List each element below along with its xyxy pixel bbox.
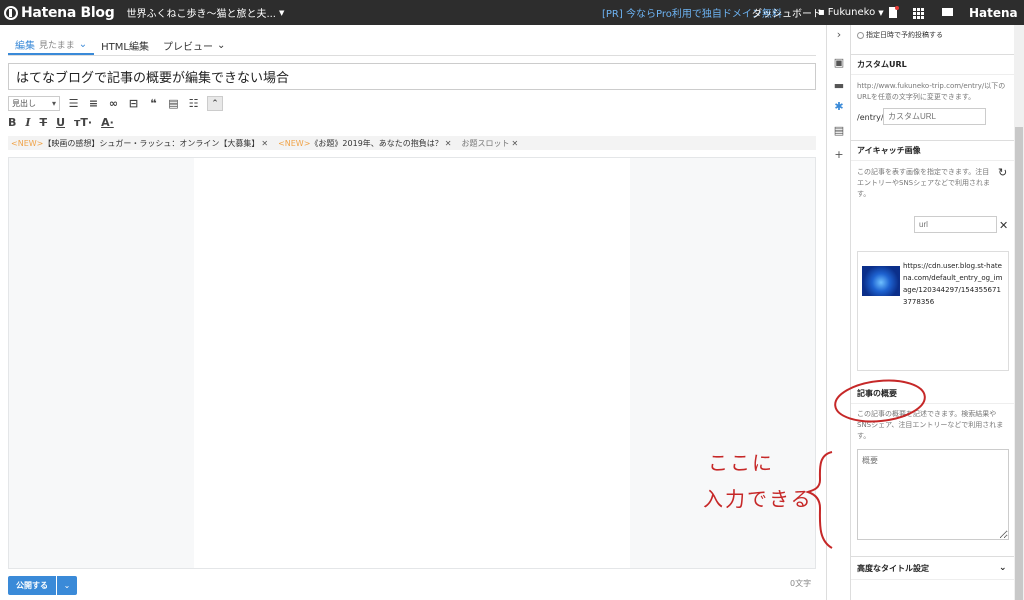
custom-url-desc: http://www.fukuneko-trip.com/entry/以下のUR…: [857, 82, 1006, 101]
topic-tag-bar: <NEW>【映画の感想】シュガー・ラッシュ：オンライン【大募集】 ✕ <NEW>《…: [8, 136, 816, 150]
topic-tag[interactable]: <NEW>《お題》2019年、あなたの抱負は？ ✕: [278, 138, 451, 149]
sidebar-icon-rail: › ▣ ▬ ✱ ▤ +: [826, 25, 850, 600]
hatena-blog-logo[interactable]: Hatena Blog: [0, 4, 115, 21]
publish-options-chevron-icon[interactable]: ⌄: [57, 576, 77, 595]
advanced-title-settings[interactable]: 高度なタイトル設定 ⌄: [851, 556, 1014, 580]
tabs-divider: [8, 55, 816, 56]
publish-control: 公開する ⌄: [8, 576, 77, 595]
text-color-icon[interactable]: A·: [101, 116, 114, 129]
caret-down-icon: ▼: [878, 8, 884, 17]
underline-icon[interactable]: U: [56, 116, 65, 129]
eyecatch-thumbnail[interactable]: [862, 266, 900, 296]
document-icon[interactable]: ▤: [833, 125, 845, 137]
summary-heading: 記事の概要: [851, 383, 1014, 404]
eyecatch-desc: この記事を表す画像を指定できます。注目エントリーやSNSシェアなどで利用されます…: [857, 168, 990, 198]
post-title-input[interactable]: [8, 63, 816, 90]
tab-html-label: HTML編集: [101, 41, 149, 53]
chat-icon[interactable]: [942, 8, 953, 16]
new-badge: <NEW>: [11, 138, 44, 148]
eyecatch-image-list: https://cdn.user.blog.st-hatena.com/defa…: [857, 251, 1009, 371]
align-icon[interactable]: ☷: [187, 97, 200, 110]
editor-pane: 編集 見たまま ⌄ HTML編集 プレビュー ⌄ 見出し ▾ ☰ ≡ ∞ ⊟ ❝…: [0, 25, 826, 600]
bullet-list-icon[interactable]: ☰: [67, 97, 80, 110]
scrollbar-thumb[interactable]: [1015, 127, 1023, 600]
user-avatar-icon: ▪: [818, 7, 825, 18]
close-icon[interactable]: ✕: [999, 219, 1008, 232]
new-badge: <NEW>: [278, 138, 311, 148]
summary-textarea[interactable]: [857, 449, 1009, 540]
italic-icon[interactable]: I: [25, 116, 30, 129]
eyecatch-image-url: https://cdn.user.blog.st-hatena.com/defa…: [903, 262, 1003, 306]
topic-tag[interactable]: <NEW>【映画の感想】シュガー・ラッシュ：オンライン【大募集】 ✕: [11, 138, 268, 149]
font-size-icon[interactable]: тT·: [74, 116, 92, 129]
notification-flag-icon[interactable]: [889, 6, 899, 18]
chevron-down-icon: ⌄: [78, 38, 88, 50]
user-menu[interactable]: ▪ Fukuneko ▼: [818, 7, 884, 18]
text-style-toolbar: B I T U тT· A·: [8, 114, 114, 130]
hatena-account-link[interactable]: Hatena: [969, 6, 1018, 20]
eyecatch-heading: アイキャッチ画像: [851, 140, 1014, 161]
refresh-icon[interactable]: ↻: [998, 166, 1007, 179]
annotation-line-2: 入力できる: [703, 487, 813, 511]
chevron-down-icon: ⌄: [999, 563, 1007, 573]
summary-desc: この記事の概要を記述できます。検索結果やSNSシェア、注目エントリーなどで利用さ…: [857, 410, 1004, 440]
custom-url-heading: カスタムURL: [851, 54, 1014, 75]
tab-preview-label: プレビュー: [162, 41, 213, 53]
blog-title-dropdown[interactable]: 世界ふくねこ歩き〜猫と旅と夫... ▼: [126, 5, 285, 21]
tab-wysiwyg-label: 編集: [15, 40, 35, 52]
plus-icon[interactable]: +: [833, 149, 845, 161]
dashboard-link[interactable]: ダッシュボード: [752, 5, 822, 20]
schedule-option[interactable]: 指定日時で予約投稿する: [857, 30, 943, 40]
body-editor-paper[interactable]: [194, 158, 630, 568]
bold-icon[interactable]: B: [8, 116, 16, 129]
sidebar-scrollbar[interactable]: [1014, 25, 1024, 600]
logo-text: Hatena Blog: [21, 4, 115, 21]
blog-title-label: 世界ふくねこ歩き〜猫と旅と夫...: [126, 9, 276, 20]
strikethrough-icon[interactable]: T: [40, 116, 48, 129]
close-icon[interactable]: ✕: [261, 139, 268, 148]
caret-down-icon: ▼: [279, 8, 285, 17]
custom-url-prefix: /entry/: [857, 113, 884, 122]
caret-down-icon: ▾: [51, 98, 56, 108]
tab-wysiwyg[interactable]: 編集 見たまま ⌄: [8, 35, 95, 55]
close-icon[interactable]: ✕: [445, 139, 452, 148]
body-editor-area[interactable]: [8, 157, 816, 569]
publish-button[interactable]: 公開する: [8, 576, 56, 595]
tab-wysiwyg-sub: 見たまま: [39, 40, 75, 51]
tab-html[interactable]: HTML編集: [94, 35, 156, 55]
topic-tag[interactable]: お題スロット ✕: [461, 138, 518, 149]
editor-tabs: 編集 見たまま ⌄ HTML編集 プレビュー ⌄: [8, 35, 232, 55]
format-toolbar: 見出し ▾ ☰ ≡ ∞ ⊟ ❝ ▤ ☷ ⌃: [8, 95, 223, 111]
chevron-right-icon[interactable]: ›: [833, 29, 845, 41]
custom-url-input[interactable]: [883, 108, 986, 125]
table-icon[interactable]: ▤: [167, 97, 180, 110]
apps-grid-icon[interactable]: [913, 8, 924, 19]
close-icon[interactable]: ✕: [511, 139, 518, 148]
photo-icon[interactable]: ▣: [833, 57, 845, 69]
topic-text: 《お題》2019年、あなたの抱負は？: [310, 138, 443, 148]
folder-icon[interactable]: ▬: [833, 80, 845, 92]
settings-sidebar: 指定日時で予約投稿する カスタムURL http://www.fukuneko-…: [850, 25, 1014, 600]
annotation-line-1: ここに: [708, 451, 774, 475]
char-count: 0文字: [790, 579, 812, 588]
topic-text: 【映画の感想】シュガー・ラッシュ：オンライン【大募集】: [43, 138, 260, 148]
numbered-list-icon[interactable]: ≡: [87, 97, 100, 110]
link-icon[interactable]: ∞: [107, 97, 120, 110]
schedule-label: 指定日時で予約投稿する: [866, 31, 943, 39]
advanced-title-label: 高度なタイトル設定: [857, 563, 929, 573]
gear-icon[interactable]: ✱: [833, 101, 845, 113]
heading-select-label: 見出し: [12, 98, 36, 108]
horizontal-rule-icon[interactable]: ⊟: [127, 97, 140, 110]
global-header: Hatena Blog 世界ふくねこ歩き〜猫と旅と夫... ▼ [PR] 今なら…: [0, 0, 1024, 25]
quote-icon[interactable]: ❝: [147, 97, 160, 110]
tab-preview[interactable]: プレビュー ⌄: [156, 35, 232, 55]
radio-icon[interactable]: [857, 31, 864, 39]
collapse-toolbar-button[interactable]: ⌃: [207, 95, 223, 111]
topic-text: お題スロット: [461, 138, 510, 148]
chevron-down-icon: ⌄: [216, 39, 226, 51]
user-name: Fukuneko: [827, 7, 876, 18]
eyecatch-url-input[interactable]: [914, 216, 997, 233]
hatena-logo-icon: [4, 5, 18, 20]
heading-select[interactable]: 見出し ▾: [8, 95, 60, 111]
